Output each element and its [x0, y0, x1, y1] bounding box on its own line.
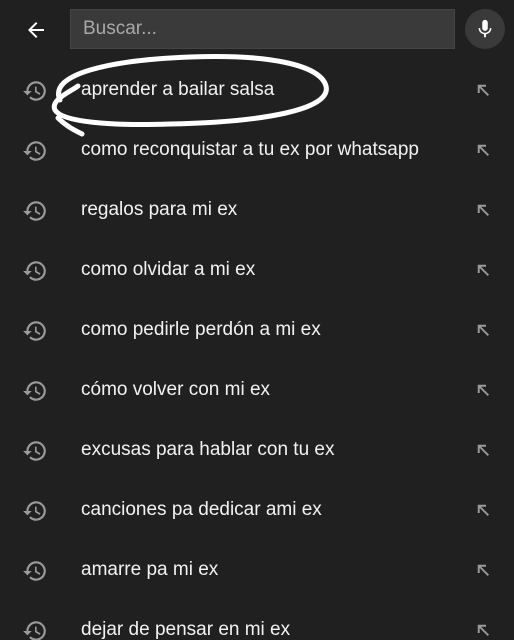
suggestion-item[interactable]: como pedirle perdón a mi ex	[0, 300, 514, 360]
fill-query-button[interactable]	[470, 617, 496, 640]
fill-query-button[interactable]	[470, 137, 496, 163]
history-clock-icon	[23, 381, 46, 401]
arrow-up-left-icon	[477, 264, 489, 276]
suggestion-label: canciones pa dedicar ami ex	[81, 499, 322, 520]
suggestion-label: como pedirle perdón a mi ex	[81, 319, 321, 340]
suggestion-item[interactable]: como olvidar a mi ex	[0, 240, 514, 300]
arrow-up-left-icon	[477, 564, 489, 576]
suggestion-label: excusas para hablar con tu ex	[81, 439, 335, 460]
suggestion-label: amarre pa mi ex	[81, 559, 219, 580]
arrow-up-left-icon	[477, 624, 489, 636]
fill-query-button[interactable]	[470, 317, 496, 343]
suggestion-label: dejar de pensar en mi ex	[81, 619, 291, 640]
microphone-icon	[478, 19, 492, 38]
fill-query-button[interactable]	[470, 77, 496, 103]
voice-search-button[interactable]	[465, 9, 505, 49]
fill-query-button[interactable]	[470, 437, 496, 463]
history-clock-icon	[23, 201, 46, 221]
arrow-up-left-icon	[477, 384, 489, 396]
fill-query-button[interactable]	[470, 497, 496, 523]
history-clock-icon	[23, 81, 46, 101]
suggestion-item[interactable]: como reconquistar a tu ex por whatsapp	[0, 120, 514, 180]
suggestion-label: como olvidar a mi ex	[81, 259, 256, 280]
suggestion-item[interactable]: aprender a bailar salsa	[0, 60, 514, 120]
arrow-up-left-icon	[477, 504, 489, 516]
back-button[interactable]	[16, 12, 56, 48]
arrow-up-left-icon	[477, 204, 489, 216]
arrow-up-left-icon	[477, 144, 489, 156]
arrow-up-left-icon	[477, 444, 489, 456]
history-clock-icon	[23, 621, 46, 640]
suggestion-item[interactable]: excusas para hablar con tu ex	[0, 420, 514, 480]
suggestion-item[interactable]: amarre pa mi ex	[0, 540, 514, 600]
history-clock-icon	[23, 321, 46, 341]
fill-query-button[interactable]	[470, 557, 496, 583]
history-clock-icon	[23, 441, 46, 461]
arrow-left-icon	[28, 22, 44, 38]
history-clock-icon	[23, 561, 46, 581]
history-clock-icon	[23, 261, 46, 281]
history-clock-icon	[23, 501, 46, 521]
suggestion-label: cómo volver con mi ex	[81, 379, 271, 400]
suggestion-list: aprender a bailar salsa como reconquista…	[0, 60, 514, 640]
suggestion-label: aprender a bailar salsa	[81, 79, 275, 100]
fill-query-button[interactable]	[470, 377, 496, 403]
arrow-up-left-icon	[477, 84, 489, 96]
suggestion-label: regalos para mi ex	[81, 199, 238, 220]
suggestion-label: como reconquistar a tu ex por whatsapp	[81, 139, 419, 160]
arrow-up-left-icon	[477, 324, 489, 336]
suggestion-item[interactable]: cómo volver con mi ex	[0, 360, 514, 420]
suggestion-item[interactable]: regalos para mi ex	[0, 180, 514, 240]
search-field[interactable]	[70, 9, 455, 49]
search-header	[0, 0, 514, 60]
fill-query-button[interactable]	[470, 257, 496, 283]
search-input[interactable]	[81, 17, 454, 41]
suggestion-item[interactable]: canciones pa dedicar ami ex	[0, 480, 514, 540]
history-clock-icon	[23, 141, 46, 161]
fill-query-button[interactable]	[470, 197, 496, 223]
suggestion-item[interactable]: dejar de pensar en mi ex	[0, 600, 514, 640]
